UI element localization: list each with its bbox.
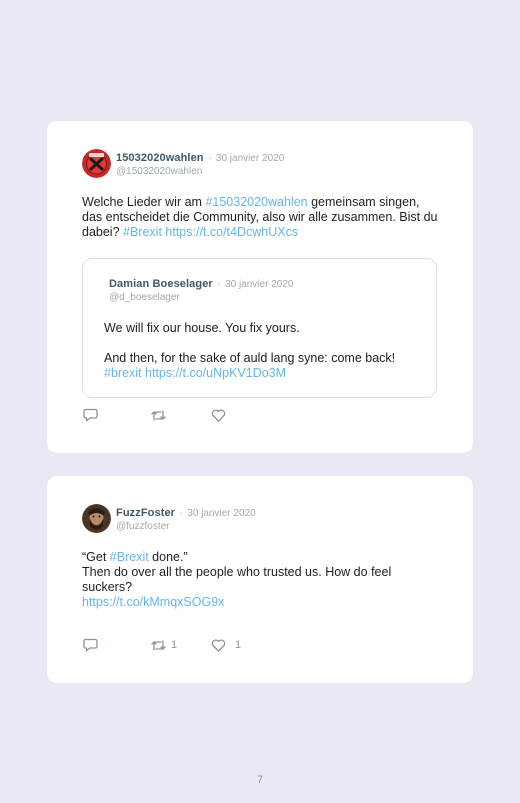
tweet-text: Welche Lieder wir am #15032020wahlen gem… bbox=[82, 195, 442, 240]
retweet-button[interactable]: 1 bbox=[150, 639, 211, 652]
reply-icon bbox=[83, 638, 98, 652]
hashtag-link[interactable]: #15032020wahlen bbox=[205, 195, 307, 209]
reply-icon bbox=[83, 408, 98, 422]
retweet-button[interactable] bbox=[150, 409, 211, 422]
tweet-actions bbox=[83, 408, 230, 422]
like-button[interactable]: 1 bbox=[211, 638, 242, 652]
hashtag-link[interactable]: #Brexit bbox=[123, 225, 162, 239]
quoted-tweet-text: We will fix our house. You fix yours. An… bbox=[104, 321, 429, 381]
separator-dot: · bbox=[208, 153, 212, 164]
text-segment: done.” bbox=[148, 550, 188, 564]
quoted-tweet[interactable]: Damian Boeselager · 30 janvier 2020 @d_b… bbox=[82, 258, 437, 398]
tweet-date[interactable]: 30 janvier 2020 bbox=[187, 508, 255, 519]
hashtag-link[interactable]: #Brexit bbox=[110, 550, 149, 564]
retweet-icon bbox=[151, 409, 166, 421]
retweet-count: 1 bbox=[171, 639, 178, 651]
retweet-icon bbox=[151, 639, 166, 651]
separator-dot: · bbox=[217, 279, 221, 290]
reply-button[interactable] bbox=[83, 638, 150, 652]
quoted-tweet-date[interactable]: 30 janvier 2020 bbox=[225, 279, 293, 290]
like-icon bbox=[211, 638, 226, 652]
url-link[interactable]: https://t.co/uNpKV1Do3M bbox=[145, 366, 286, 380]
tweet-card: 15032020wahlen · 30 janvier 2020 @150320… bbox=[47, 121, 473, 453]
text-segment: “Get bbox=[82, 550, 110, 564]
quoted-text-line: And then, for the sake of auld lang syne… bbox=[104, 351, 396, 365]
author-name[interactable]: FuzzFoster bbox=[116, 507, 175, 519]
tweet-actions: 1 1 bbox=[83, 638, 241, 652]
avatar[interactable] bbox=[82, 504, 111, 533]
tweet-card: FuzzFoster · 30 janvier 2020 @fuzzfoster… bbox=[47, 476, 473, 683]
text-segment: Then do over all the people who trusted … bbox=[82, 565, 392, 594]
hashtag-link[interactable]: #brexit bbox=[104, 366, 142, 380]
url-link[interactable]: https://t.co/t4DcwhUXcs bbox=[165, 225, 298, 239]
quoted-text-line: We will fix our house. You fix yours. bbox=[104, 321, 300, 335]
avatar[interactable] bbox=[82, 149, 111, 178]
author-handle[interactable]: @15032020wahlen bbox=[116, 165, 284, 178]
like-button[interactable] bbox=[211, 408, 230, 422]
quoted-author-name[interactable]: Damian Boeselager bbox=[109, 278, 213, 290]
url-link[interactable]: https://t.co/kMmqxSOG9x bbox=[82, 595, 224, 609]
avatar-image bbox=[82, 149, 111, 178]
separator-dot: · bbox=[179, 508, 183, 519]
quoted-author-handle[interactable]: @d_boeselager bbox=[109, 291, 293, 304]
tweet-header: FuzzFoster · 30 janvier 2020 @fuzzfoster bbox=[82, 504, 256, 533]
like-icon bbox=[211, 408, 226, 422]
author-name[interactable]: 15032020wahlen bbox=[116, 152, 204, 164]
tweet-header: 15032020wahlen · 30 janvier 2020 @150320… bbox=[82, 149, 284, 178]
text-segment: Welche Lieder wir am bbox=[82, 195, 206, 209]
tweet-text: “Get #Brexit done.” Then do over all the… bbox=[82, 550, 442, 610]
avatar-image bbox=[82, 504, 111, 533]
tweet-date[interactable]: 30 janvier 2020 bbox=[216, 153, 284, 164]
author-handle[interactable]: @fuzzfoster bbox=[116, 520, 256, 533]
like-count: 1 bbox=[235, 639, 242, 651]
quoted-tweet-header: Damian Boeselager · 30 janvier 2020 @d_b… bbox=[109, 276, 293, 304]
reply-button[interactable] bbox=[83, 408, 150, 422]
page-number: 7 bbox=[256, 774, 264, 786]
